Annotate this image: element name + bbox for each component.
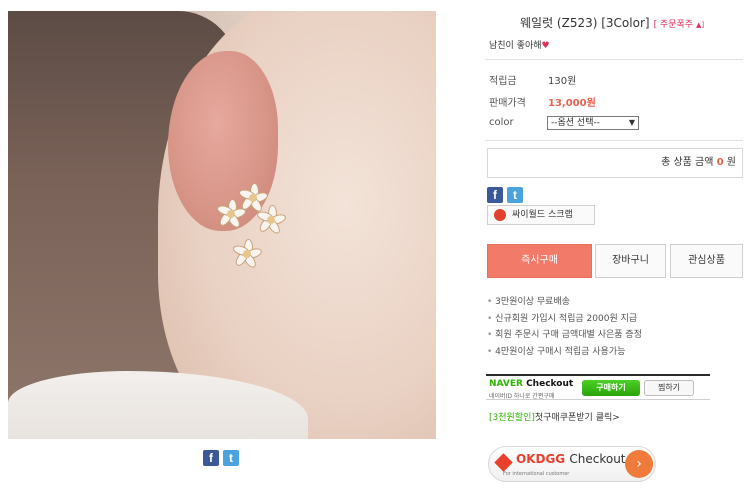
total-amount-box: 총 상품 금액 0 원 xyxy=(487,148,743,178)
naver-checkout-desc: 네이버ID 하나로 간편구매 xyxy=(489,393,555,400)
naver-buy-button[interactable]: 구매하기 xyxy=(582,380,640,396)
color-label: color xyxy=(489,117,514,128)
okdgg-logo-text: OKDGG Checkout xyxy=(516,452,626,466)
buy-now-button[interactable]: 즉시구매 xyxy=(487,244,592,278)
points-value: 130원 xyxy=(548,76,577,87)
facebook-share-icon[interactable]: f xyxy=(487,187,503,203)
benefit-item: 신규회원 가입시 적립금 2000원 지급 xyxy=(487,311,642,328)
wishlist-button[interactable]: 관심상품 xyxy=(670,244,743,278)
divider xyxy=(485,59,743,60)
twitter-share-icon[interactable]: t xyxy=(223,450,239,466)
okdgg-desc: For international customer xyxy=(503,471,570,477)
naver-checkout-bar: NAVER Checkout 네이버ID 하나로 간편구매 구매하기 찜하기 xyxy=(486,374,710,400)
benefit-item: 회원 주문시 구매 금액대별 사은품 증정 xyxy=(487,327,642,344)
twitter-share-icon[interactable]: t xyxy=(507,187,523,203)
facebook-share-icon[interactable]: f xyxy=(203,450,219,466)
add-to-cart-button[interactable]: 장바구니 xyxy=(595,244,666,278)
product-subtitle: 남친이 좋아해♥ xyxy=(489,41,550,51)
total-amount: 0 xyxy=(716,157,724,168)
divider xyxy=(485,140,743,141)
order-surge-badge[interactable]: [ 주문폭주 ▲] xyxy=(654,20,705,30)
naver-zzim-button[interactable]: 찜하기 xyxy=(644,380,694,396)
flower-charm-icon xyxy=(231,239,264,270)
okdgg-checkout-button[interactable]: OKDGG Checkout For international custome… xyxy=(488,446,656,482)
cyworld-scrap-button[interactable]: 싸이월드 스크랩 xyxy=(487,205,595,225)
arrow-right-icon: › xyxy=(625,450,653,478)
naver-checkout-logo: NAVER Checkout xyxy=(489,379,574,389)
price-value: 13,000원 xyxy=(548,98,596,109)
price-label: 판매가격 xyxy=(489,98,526,109)
product-title: 웨일럿 (Z523) [3Color] [ 주문폭주 ▲] xyxy=(520,14,704,31)
benefit-item: 3만원이상 무료배송 xyxy=(487,294,642,311)
chevron-down-icon: ▼ xyxy=(628,118,635,127)
okdgg-logo-icon xyxy=(494,453,513,472)
benefit-list: 3만원이상 무료배송 신규회원 가입시 적립금 2000원 지급 회원 주문시 … xyxy=(487,294,642,360)
product-image xyxy=(8,11,436,439)
total-unit: 원 xyxy=(726,157,736,168)
total-label: 총 상품 금액 xyxy=(661,157,714,168)
heart-icon: ♥ xyxy=(541,41,550,51)
cyworld-icon xyxy=(494,209,506,221)
benefit-item: 4만원이상 구매시 적립금 사용가능 xyxy=(487,344,642,361)
points-label: 적립금 xyxy=(489,76,517,87)
flower-charm-icon xyxy=(255,205,288,236)
color-option-select[interactable]: --옵션 선택-- ▼ xyxy=(547,116,639,130)
first-purchase-coupon-link[interactable]: [3천원할인]첫구매쿠폰받기 클릭> xyxy=(489,410,620,423)
product-name: 웨일럿 (Z523) [3Color] xyxy=(520,16,650,30)
